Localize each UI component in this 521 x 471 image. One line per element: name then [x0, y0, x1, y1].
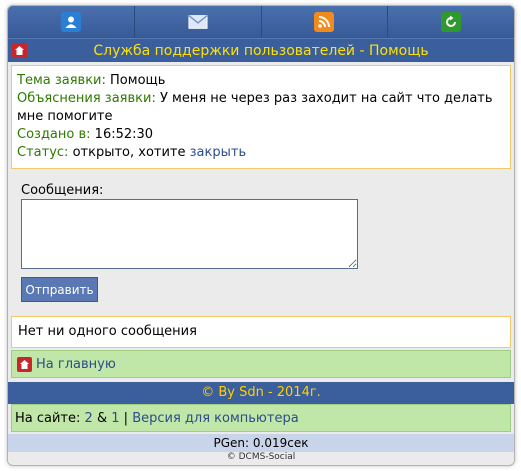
created-value: 16:52:30: [94, 127, 154, 142]
top-nav: [8, 6, 514, 38]
home-link[interactable]: На главную: [36, 357, 116, 372]
online-separator: |: [123, 410, 129, 426]
messages-label: Сообщения:: [21, 183, 104, 198]
online-count-guests[interactable]: 1: [111, 411, 119, 426]
ticket-explain-row: Объяснения заявки: У меня не через раз з…: [17, 90, 505, 126]
online-bar: На сайте: 2 & 1 | Версия для компьютера: [11, 404, 511, 432]
online-amp: &: [96, 410, 108, 426]
reply-form: Сообщения: Отправить: [8, 169, 514, 302]
status-label: Статус:: [17, 145, 69, 160]
ticket-status-row: Статус: открыто, хотите закрыть: [17, 144, 505, 162]
pgen-text: PGen: 0.019сек: [213, 436, 309, 450]
ticket-subject-row: Тема заявки: Помощь: [17, 72, 505, 90]
copyright-bar: © By Sdn - 2014г.: [8, 382, 514, 404]
explain-label: Объяснения заявки:: [17, 91, 156, 106]
nav-rss[interactable]: [261, 6, 389, 38]
mail-icon: [188, 12, 208, 32]
subject-label: Тема заявки:: [17, 73, 106, 88]
copyright-text: © By Sdn - 2014г.: [201, 385, 321, 400]
desktop-version-link[interactable]: Версия для компьютера: [132, 411, 298, 426]
nav-mail[interactable]: [134, 6, 262, 38]
created-label: Создано в:: [17, 127, 91, 142]
title-bar: Служба поддержки пользователей - Помощь: [8, 38, 514, 62]
page-frame: Служба поддержки пользователей - Помощь …: [7, 5, 515, 466]
home-icon: [12, 43, 27, 58]
nav-refresh[interactable]: [388, 6, 514, 38]
ticket-created-row: Создано в: 16:52:30: [17, 126, 505, 144]
user-icon: [60, 12, 81, 32]
nav-profile[interactable]: [8, 6, 135, 38]
powered-by: © DCMS-Social: [8, 452, 514, 463]
rss-icon: [314, 12, 335, 32]
online-label: На сайте:: [15, 410, 81, 426]
refresh-icon: [441, 12, 462, 32]
copyright-icon: ©: [226, 452, 236, 462]
ticket-info: Тема заявки: Помощь Объяснения заявки: У…: [11, 65, 511, 169]
messages-empty-text: Нет ни одного сообщения: [18, 324, 197, 339]
status-value: открыто, хотите: [72, 145, 186, 160]
pgen-bar: PGen: 0.019сек: [8, 434, 514, 452]
send-button[interactable]: Отправить: [21, 277, 98, 302]
page-title: Служба поддержки пользователей - Помощь: [93, 42, 429, 59]
subject-value: Помощь: [110, 73, 166, 88]
online-count-users[interactable]: 2: [85, 411, 93, 426]
home-bar: На главную: [11, 350, 511, 378]
title-home-button[interactable]: [12, 43, 27, 58]
message-textarea[interactable]: [21, 199, 358, 269]
close-ticket-link[interactable]: закрыть: [190, 145, 246, 160]
home-icon: [17, 356, 32, 372]
powered-text: DCMS-Social: [238, 452, 296, 462]
messages-empty-box: Нет ни одного сообщения: [11, 316, 511, 348]
